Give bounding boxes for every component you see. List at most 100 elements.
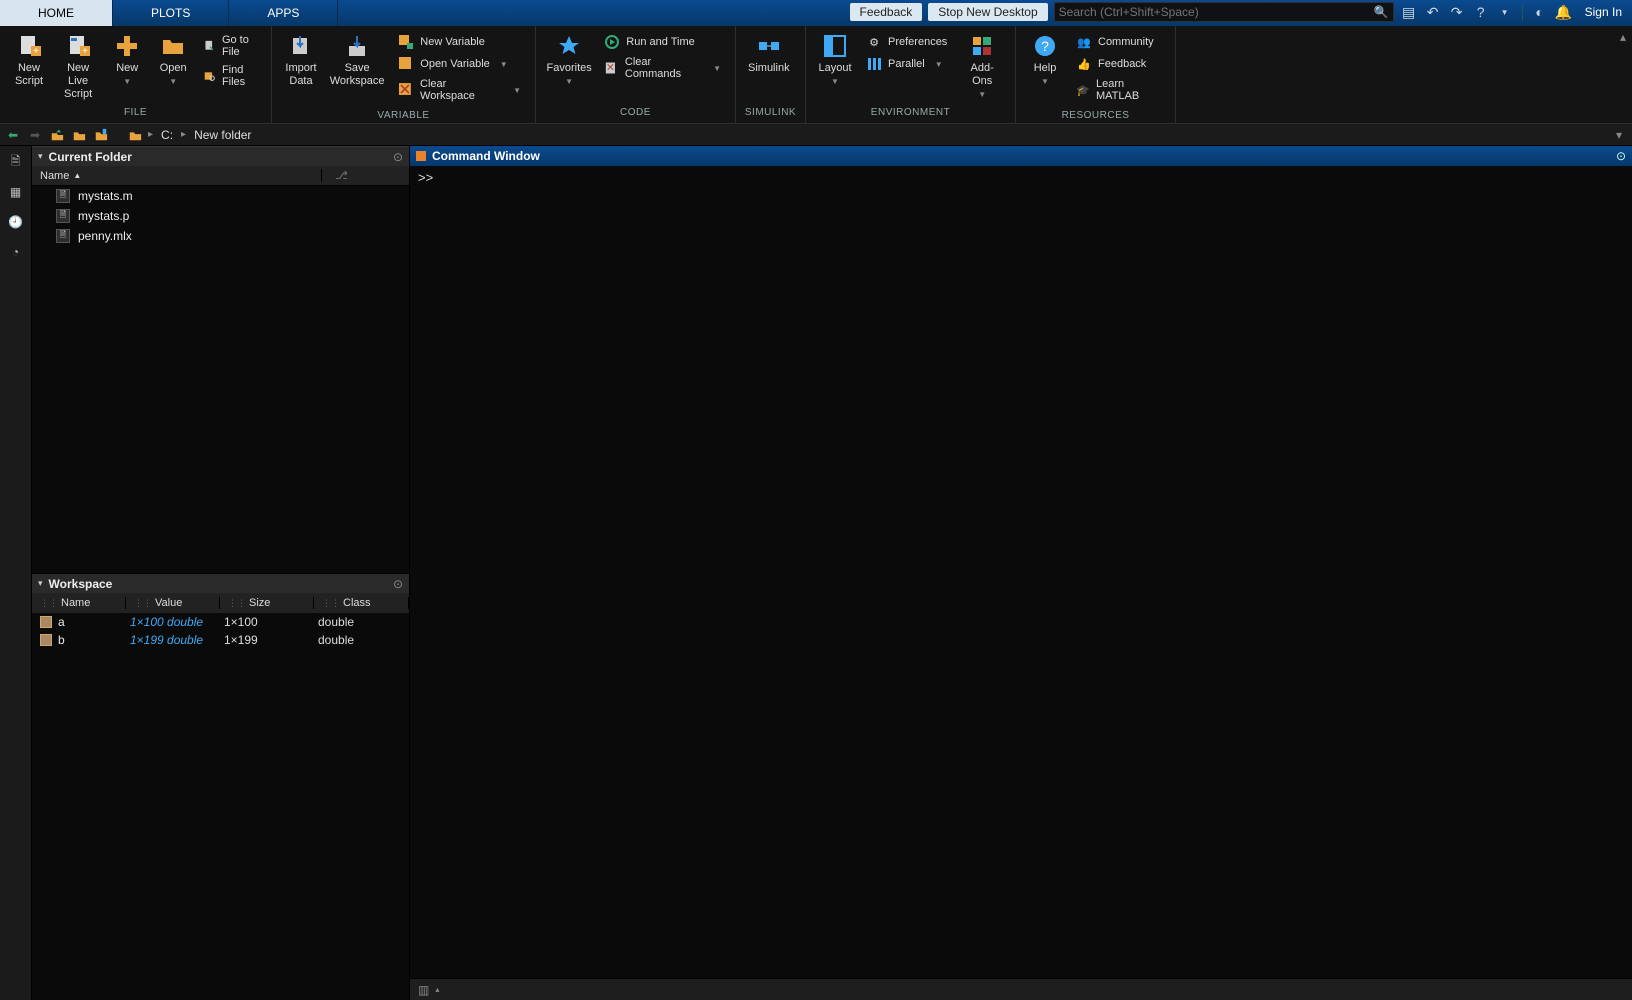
file-list[interactable]: 🗎mystats.m🗎mystats.p🗎penny.mlx (32, 186, 409, 573)
new-button[interactable]: New ▼ (104, 30, 150, 86)
addons-button[interactable]: Add-Ons ▼ (955, 30, 1009, 99)
new-variable-icon (398, 34, 414, 50)
panel-menu-icon[interactable]: ⊙ (1616, 149, 1626, 163)
current-folder-header[interactable]: ▾ Current Folder ⊙ (32, 146, 409, 166)
command-prompt: >> (418, 170, 433, 185)
help-button[interactable]: ? Help ▼ (1022, 30, 1068, 86)
workspace-row[interactable]: a1×100 double1×100double (32, 613, 409, 631)
parallel-icon (866, 56, 882, 72)
redo-icon[interactable]: ↷ (1448, 3, 1466, 21)
workspace-row[interactable]: b1×199 double1×199double (32, 631, 409, 649)
save-workspace-icon (345, 34, 369, 58)
save-workspace-button[interactable]: SaveWorkspace (324, 30, 390, 88)
collapse-icon[interactable]: ▾ (38, 151, 43, 162)
save-layout-icon[interactable]: ▤ (1400, 3, 1418, 21)
favorites-button[interactable]: Favorites ▼ (542, 30, 596, 86)
parallel-button[interactable]: Parallel▼ (862, 54, 951, 74)
learn-matlab-button[interactable]: 🎓 Learn MATLAB (1072, 76, 1165, 104)
variable-icon (40, 634, 52, 646)
preferences-button[interactable]: ⚙ Preferences (862, 32, 951, 52)
busy-indicator-icon: ▥ (418, 983, 429, 997)
ws-col-name[interactable]: ⋮⋮Name (32, 597, 126, 609)
stop-desktop-button[interactable]: Stop New Desktop (928, 3, 1047, 21)
goto-file-button[interactable]: Go to File (200, 32, 261, 60)
new-live-script-button[interactable]: + NewLive Script (52, 30, 104, 101)
breadcrumb-drive[interactable]: C: (157, 128, 177, 142)
help-icon: ? (1033, 34, 1057, 58)
tab-plots[interactable]: PLOTS (113, 0, 229, 26)
find-files-icon (204, 68, 216, 84)
clear-commands-button[interactable]: Clear Commands▼ (600, 54, 725, 82)
panel-menu-icon[interactable]: ⊙ (393, 150, 403, 164)
help-dropdown-icon[interactable]: ? (1472, 3, 1490, 21)
address-dropdown-icon[interactable]: ▾ (1610, 128, 1628, 142)
ws-col-size[interactable]: ⋮⋮Size (220, 597, 314, 609)
group-label-simulink: SIMULINK (736, 107, 805, 123)
rail-grid-icon[interactable]: ▦ (4, 180, 28, 204)
variable-icon (40, 616, 52, 628)
new-script-button[interactable]: + NewScript (6, 30, 52, 88)
minimize-ribbon-icon[interactable]: ▴ (1614, 26, 1632, 123)
file-name: mystats.m (78, 189, 133, 203)
community-icon: 👥 (1076, 34, 1092, 50)
file-row[interactable]: 🗎 penny.mlx (32, 226, 409, 246)
tab-home[interactable]: HOME (0, 0, 113, 26)
ws-col-class[interactable]: ⋮⋮Class (314, 597, 409, 609)
breadcrumb-folder[interactable]: New folder (190, 128, 255, 142)
file-icon: 🗎 (56, 229, 70, 243)
command-window-body[interactable]: >> (410, 166, 1632, 978)
nav-back-icon[interactable]: ⬅ (4, 126, 22, 144)
var-class: double (314, 615, 409, 629)
open-folder-icon (161, 34, 185, 58)
chevron-down-icon: ▼ (713, 64, 721, 73)
file-icon: 🗎 (56, 189, 70, 203)
import-data-button[interactable]: ImportData (278, 30, 324, 88)
community-button[interactable]: 👥 Community (1072, 32, 1165, 52)
run-and-time-button[interactable]: Run and Time (600, 32, 725, 52)
new-variable-button[interactable]: New Variable (394, 32, 525, 52)
layout-button[interactable]: Layout ▼ (812, 30, 858, 86)
feedback-button[interactable]: Feedback (850, 3, 923, 21)
collapse-icon[interactable]: ▾ (38, 578, 43, 589)
file-name: penny.mlx (78, 229, 132, 243)
help-caret-icon[interactable]: ▼ (1496, 3, 1514, 21)
simulink-button[interactable]: Simulink (742, 30, 796, 75)
layout-icon (823, 34, 847, 58)
gear-icon: ⚙ (866, 34, 882, 50)
feedback-menu-button[interactable]: 👍 Feedback (1072, 54, 1165, 74)
find-files-button[interactable]: Find Files (200, 62, 261, 90)
var-name: b (58, 633, 65, 647)
simulink-icon (757, 34, 781, 58)
command-window-header[interactable]: Command Window ⊙ (410, 146, 1632, 166)
global-search[interactable]: 🔍 (1054, 2, 1394, 22)
file-row[interactable]: 🗎 mystats.m (32, 186, 409, 206)
panel-menu-icon[interactable]: ⊙ (393, 577, 403, 591)
nav-forward-icon[interactable]: ➡ (26, 126, 44, 144)
file-column-header[interactable]: Name ▲ ⎇ (32, 166, 409, 186)
ws-col-value[interactable]: ⋮⋮Value (126, 597, 220, 609)
workspace-list[interactable]: a1×100 double1×100doubleb1×199 double1×1… (32, 613, 409, 1000)
workspace-header[interactable]: ▾ Workspace ⊙ (32, 573, 409, 593)
chevron-down-icon: ▼ (565, 77, 573, 86)
status-caret-icon[interactable]: ▴ (435, 985, 439, 994)
bookmark-folder-icon[interactable] (92, 126, 110, 144)
clear-workspace-button[interactable]: Clear Workspace▼ (394, 76, 525, 104)
file-row[interactable]: 🗎mystats.p (32, 206, 409, 226)
open-variable-button[interactable]: Open Variable▼ (394, 54, 525, 74)
file-icon: 🗎 (56, 209, 70, 223)
undo-icon[interactable]: ↶ (1424, 3, 1442, 21)
tab-apps[interactable]: APPS (229, 0, 338, 26)
git-column-icon[interactable]: ⎇ (321, 169, 361, 182)
signin-link[interactable]: Sign In (1579, 5, 1628, 19)
rail-files-icon[interactable]: 🗎 (4, 150, 28, 174)
rail-history-icon[interactable]: 🕘 (4, 210, 28, 234)
search-input[interactable] (1059, 5, 1374, 19)
notification-icon[interactable]: 🔔 (1555, 3, 1573, 21)
browse-folder-icon[interactable] (70, 126, 88, 144)
group-label-resources: RESOURCES (1016, 110, 1175, 123)
rail-profile-icon[interactable]: ◔ (4, 240, 28, 264)
status-icon[interactable]: ◐ (1531, 3, 1549, 21)
nav-up-icon[interactable] (48, 126, 66, 144)
open-button[interactable]: Open ▼ (150, 30, 196, 86)
path-root-icon[interactable] (126, 126, 144, 144)
